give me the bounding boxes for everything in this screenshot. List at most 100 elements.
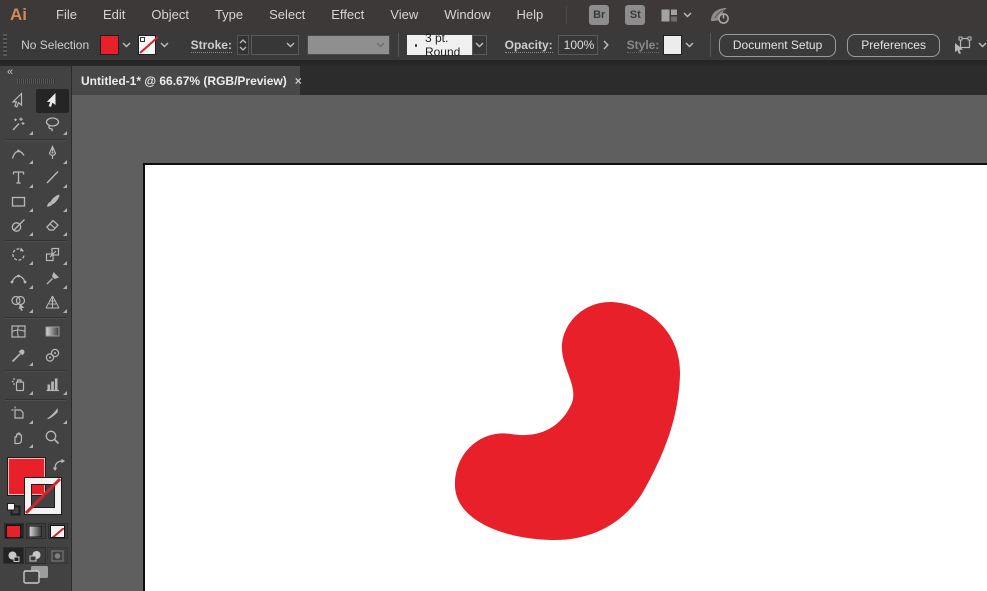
none-button[interactable] bbox=[48, 523, 68, 539]
menu-object[interactable]: Object bbox=[138, 0, 202, 30]
stock-button[interactable]: St bbox=[625, 5, 645, 25]
eraser-tool-icon bbox=[44, 217, 61, 234]
eraser-tool[interactable] bbox=[36, 214, 69, 238]
mesh-tool[interactable] bbox=[2, 320, 35, 344]
blob-shape[interactable] bbox=[455, 302, 680, 540]
width-tool-icon bbox=[10, 270, 27, 287]
rectangle-tool-icon bbox=[10, 193, 27, 210]
stroke-color-swatch[interactable] bbox=[139, 36, 155, 54]
lasso-tool[interactable] bbox=[36, 113, 69, 137]
paintbrush-tool[interactable] bbox=[36, 190, 69, 214]
draw-behind-icon bbox=[29, 550, 42, 562]
magic-wand-tool[interactable] bbox=[2, 113, 35, 137]
eyedropper-tool-icon bbox=[10, 347, 27, 364]
swap-fill-stroke-button[interactable] bbox=[52, 458, 67, 478]
perspective-grid-tool-icon bbox=[44, 294, 61, 311]
gradient-button[interactable] bbox=[26, 523, 46, 539]
menu-edit[interactable]: Edit bbox=[90, 0, 138, 30]
select-similar-control[interactable] bbox=[951, 36, 987, 54]
selection-tool[interactable] bbox=[2, 89, 35, 113]
hand-tool[interactable] bbox=[2, 426, 35, 450]
document-setup-button[interactable]: Document Setup bbox=[719, 34, 836, 57]
puppet-warp-tool[interactable] bbox=[36, 267, 69, 291]
app-logo: Ai bbox=[10, 5, 27, 25]
shaper-tool[interactable] bbox=[2, 214, 35, 238]
menu-view[interactable]: View bbox=[377, 0, 431, 30]
zoom-tool[interactable] bbox=[36, 426, 69, 450]
paint-mode-buttons bbox=[0, 523, 71, 539]
style-swatch[interactable] bbox=[664, 36, 680, 54]
workspace-switcher[interactable] bbox=[661, 9, 692, 22]
menu-bar: Ai File Edit Object Type Select Effect V… bbox=[0, 0, 987, 30]
brush-definition-value: 3 pt. Round bbox=[425, 31, 472, 59]
menu-file[interactable]: File bbox=[43, 0, 90, 30]
curvature-tool-icon bbox=[10, 145, 27, 162]
scale-tool[interactable] bbox=[36, 243, 69, 267]
direct-selection-tool[interactable] bbox=[36, 89, 69, 113]
opacity-field[interactable]: 100% bbox=[558, 35, 599, 55]
shape-builder-tool[interactable] bbox=[2, 291, 35, 315]
draw-behind-button[interactable] bbox=[25, 547, 46, 564]
gradient-swatch-icon bbox=[29, 526, 42, 537]
rotate-tool[interactable] bbox=[2, 243, 35, 267]
brush-definition-field[interactable]: 3 pt. Round bbox=[407, 35, 473, 55]
rectangle-tool[interactable] bbox=[2, 190, 35, 214]
width-tool[interactable] bbox=[2, 267, 35, 291]
brush-preview-icon bbox=[415, 44, 417, 47]
menu-select[interactable]: Select bbox=[256, 0, 318, 30]
swap-arrows-icon bbox=[52, 458, 67, 473]
slice-tool[interactable] bbox=[36, 402, 69, 426]
menu-effect[interactable]: Effect bbox=[318, 0, 377, 30]
eyedropper-tool[interactable] bbox=[2, 344, 35, 368]
column-graph-tool[interactable] bbox=[36, 373, 69, 397]
screen-mode-icon bbox=[22, 564, 50, 586]
sync-status[interactable] bbox=[708, 5, 732, 26]
style-label[interactable]: Style: bbox=[627, 38, 660, 53]
blend-tool[interactable] bbox=[36, 344, 69, 368]
document-tab[interactable]: Untitled-1* @ 66.67% (RGB/Preview) × bbox=[72, 66, 300, 95]
preferences-button[interactable]: Preferences bbox=[847, 34, 940, 57]
default-fill-stroke-button[interactable] bbox=[6, 502, 21, 521]
type-tool[interactable] bbox=[2, 166, 35, 190]
none-slash-icon bbox=[24, 477, 62, 515]
stroke-color-dropdown[interactable] bbox=[158, 35, 170, 55]
menu-window[interactable]: Window bbox=[431, 0, 503, 30]
line-segment-tool[interactable] bbox=[36, 166, 69, 190]
stroke-weight-stepper[interactable] bbox=[237, 35, 249, 55]
hand-tool-icon bbox=[10, 429, 27, 446]
opacity-label[interactable]: Opacity: bbox=[505, 38, 553, 53]
width-profile-dropdown bbox=[307, 35, 389, 55]
chevron-down-icon bbox=[122, 42, 131, 48]
pen-tool[interactable] bbox=[36, 142, 69, 166]
collapse-arrows-icon: « bbox=[7, 67, 13, 77]
perspective-grid-tool[interactable] bbox=[36, 291, 69, 315]
opacity-expand-button[interactable] bbox=[600, 35, 612, 55]
drawing-mode-buttons bbox=[0, 547, 71, 564]
panel-collapse-button[interactable]: « bbox=[0, 66, 71, 77]
draw-normal-button[interactable] bbox=[3, 547, 24, 564]
color-button[interactable] bbox=[4, 523, 24, 539]
tab-close-icon[interactable]: × bbox=[295, 74, 302, 88]
draw-inside-button[interactable] bbox=[47, 547, 68, 564]
brush-definition-dropdown[interactable] bbox=[472, 35, 486, 55]
screen-mode-button[interactable] bbox=[0, 564, 71, 586]
canvas[interactable] bbox=[72, 95, 987, 591]
fill-color-swatch[interactable] bbox=[101, 36, 117, 54]
control-bar-grip[interactable] bbox=[3, 34, 7, 56]
style-dropdown[interactable] bbox=[684, 35, 696, 55]
symbol-sprayer-tool[interactable] bbox=[2, 373, 35, 397]
curvature-tool[interactable] bbox=[2, 142, 35, 166]
bridge-button[interactable]: Br bbox=[589, 5, 609, 25]
panel-grip[interactable] bbox=[0, 77, 71, 86]
menu-type[interactable]: Type bbox=[202, 0, 256, 30]
artboard-tool[interactable] bbox=[2, 402, 35, 426]
stroke-label[interactable]: Stroke: bbox=[191, 38, 232, 53]
fill-color-dropdown[interactable] bbox=[121, 35, 133, 55]
gradient-tool[interactable] bbox=[36, 320, 69, 344]
menu-help[interactable]: Help bbox=[503, 0, 556, 30]
tool-group-separator bbox=[5, 370, 66, 371]
type-tool-icon bbox=[10, 169, 27, 186]
stroke-weight-field[interactable] bbox=[251, 35, 300, 55]
chevron-down-icon bbox=[376, 42, 385, 48]
stroke-proxy-swatch[interactable] bbox=[25, 478, 61, 514]
